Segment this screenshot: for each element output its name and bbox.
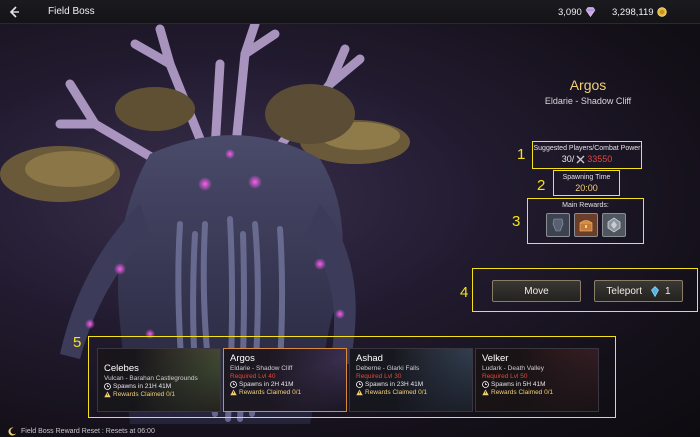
card-rewards: Rewards Claimed 0/1 (230, 389, 342, 396)
callout-3: 3 (512, 213, 521, 230)
spawning-label: Spawning Time (562, 174, 611, 181)
gem-amount: 3,090 (558, 6, 582, 18)
reward-reset-footer: Field Boss Reward Reset : Resets at 06:0… (8, 427, 155, 436)
player-count: 30/ (561, 154, 575, 164)
warning-icon (356, 389, 363, 396)
card-spawn-text: Spawns in 2H 41M (239, 381, 294, 388)
card-spawn: Spawns in 2H 41M (230, 381, 342, 388)
teleport-label: Teleport (606, 285, 642, 297)
gem-icon (585, 7, 596, 17)
clock-icon (356, 381, 363, 388)
callout-2: 2 (537, 177, 546, 194)
card-name: Velker (482, 353, 509, 364)
card-rewards: Rewards Claimed 0/1 (104, 391, 216, 398)
card-name: Celebes (104, 363, 139, 374)
gold-amount: 3,298,119 (612, 6, 654, 18)
card-required-level: Required Lvl 40 (230, 373, 276, 380)
page-title: Field Boss (48, 6, 95, 17)
clock-icon (482, 381, 489, 388)
moon-icon (8, 427, 17, 436)
crystal-icon (651, 285, 659, 297)
boss-card-celebes[interactable]: Celebes Vulcan - Barahan Castlegrounds S… (97, 348, 221, 412)
card-rewards: Rewards Claimed 0/1 (356, 389, 468, 396)
reward-slot-3[interactable] (601, 213, 626, 237)
teleport-button[interactable]: Teleport 1 (594, 280, 683, 302)
silver-crest-icon (607, 217, 620, 233)
boss-location: Eldarie - Shadow Cliff (544, 96, 632, 106)
card-rewards-text: Rewards Claimed 0/1 (491, 389, 554, 396)
suggested-values: 30/ 33550 (533, 154, 641, 164)
card-location: Eldarie - Shadow Cliff (230, 365, 293, 372)
card-required-level: Required Lvl 50 (482, 373, 528, 380)
teleport-cost: 1 (665, 285, 671, 297)
card-rewards-text: Rewards Claimed 0/1 (239, 389, 302, 396)
gem-currency[interactable]: 3,090 (558, 0, 596, 24)
warning-icon (482, 389, 489, 396)
callout-5: 5 (73, 334, 82, 351)
callout-1: 1 (517, 146, 526, 163)
reward-slots (528, 213, 643, 237)
rewards-label: Main Rewards: (562, 202, 609, 209)
spawning-time-box: Spawning Time 20:00 (553, 170, 620, 196)
dark-armor-icon (552, 218, 563, 232)
suggested-label: Suggested Players/Combat Power (533, 145, 641, 152)
card-location: Deberne - Glarki Falls (356, 365, 420, 372)
warning-icon (104, 391, 111, 398)
card-spawn-text: Spawns in 21H 41M (113, 383, 172, 390)
crossed-swords-icon (576, 155, 585, 163)
boss-card-argos[interactable]: Argos Eldarie - Shadow Cliff Required Lv… (223, 348, 347, 412)
gold-coin-icon (656, 7, 667, 17)
suggested-power-box: Suggested Players/Combat Power 30/ 33550 (532, 141, 642, 169)
card-rewards: Rewards Claimed 0/1 (482, 389, 594, 396)
combat-power: 33550 (587, 154, 613, 164)
card-rewards-text: Rewards Claimed 0/1 (113, 391, 176, 398)
gold-currency[interactable]: 3,298,119 (612, 0, 667, 24)
main-rewards-box: Main Rewards: (527, 198, 644, 244)
boss-card-velker[interactable]: Velker Ludark - Death Valley Required Lv… (475, 348, 599, 412)
callout-4: 4 (460, 284, 469, 301)
card-spawn: Spawns in 5H 41M (482, 381, 594, 388)
boss-card-ashad[interactable]: Ashad Deberne - Glarki Falls Required Lv… (349, 348, 473, 412)
treasure-chest-icon (579, 220, 592, 232)
spawning-time: 20:00 (575, 183, 598, 193)
reward-slot-1[interactable] (545, 213, 570, 237)
card-required-level: Required Lvl 30 (356, 373, 402, 380)
card-location: Vulcan - Barahan Castlegrounds (104, 375, 198, 382)
reward-reset-text: Field Boss Reward Reset : Resets at 06:0… (21, 428, 155, 435)
card-spawn: Spawns in 23H 41M (356, 381, 468, 388)
card-name: Argos (230, 353, 255, 364)
card-spawn: Spawns in 21H 41M (104, 383, 216, 390)
card-name: Ashad (356, 353, 383, 364)
reward-slot-2[interactable] (573, 213, 598, 237)
warning-icon (230, 389, 237, 396)
back-arrow-icon[interactable] (0, 0, 28, 24)
clock-icon (230, 381, 237, 388)
move-button[interactable]: Move (492, 280, 581, 302)
clock-icon (104, 383, 111, 390)
card-spawn-text: Spawns in 5H 41M (491, 381, 546, 388)
card-rewards-text: Rewards Claimed 0/1 (365, 389, 428, 396)
boss-name: Argos (569, 77, 607, 93)
card-location: Ludark - Death Valley (482, 365, 545, 372)
card-spawn-text: Spawns in 23H 41M (365, 381, 424, 388)
